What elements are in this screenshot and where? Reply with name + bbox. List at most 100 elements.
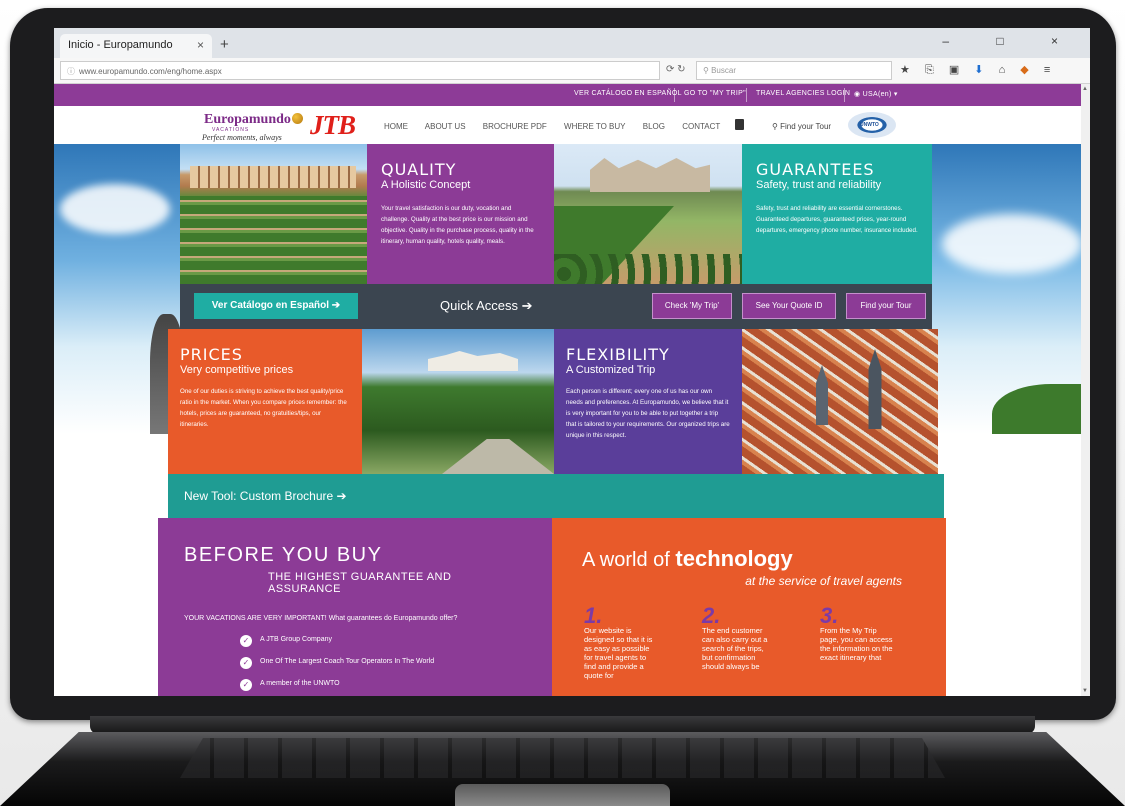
prices-title: PRICES xyxy=(180,345,243,364)
tech-step-1: 1. Our website is designed so that it is… xyxy=(584,603,658,681)
address-bar[interactable]: ⓘ www.europamundo.com/eng/home.aspx xyxy=(60,61,660,80)
tech-step-3: 3. From the My Trip page, you can access… xyxy=(820,603,894,663)
custom-brochure-banner[interactable]: New Tool: Custom Brochure ➔ xyxy=(168,474,944,518)
technology-title-prefix: A world of xyxy=(582,549,676,571)
new-tab-button[interactable]: + xyxy=(220,36,229,53)
bookmark-star-icon[interactable]: ★ xyxy=(900,64,916,76)
palace-shape xyxy=(190,166,356,188)
find-your-tour-button[interactable]: Find your Tour xyxy=(846,293,926,319)
browser-tool-icons[interactable]: ★ ⎘ ▣ ⬇ ⌂ ◆ ≡ xyxy=(900,63,1056,77)
terraces-shape xyxy=(180,196,367,284)
divider xyxy=(844,88,845,102)
close-tab-icon[interactable]: × xyxy=(197,38,204,52)
europamundo-logo[interactable]: Europamundo xyxy=(204,112,303,128)
step-text: The end customer can also carry out a se… xyxy=(702,626,768,671)
tab-title: Inicio - Europamundo xyxy=(68,39,173,51)
logo-text: Europamundo xyxy=(204,112,291,127)
extension-icon[interactable]: ◆ xyxy=(1020,64,1034,76)
nav-blog[interactable]: BLOG xyxy=(643,122,665,131)
technology-section: A world of technology at the service of … xyxy=(552,518,946,696)
list-item: ✓ A JTB Group Company xyxy=(240,634,526,656)
abbey-shape xyxy=(428,351,518,371)
hero-photo-right xyxy=(932,144,1090,434)
palace-terraces-photo xyxy=(180,144,367,284)
checkmark-icon: ✓ xyxy=(240,635,252,647)
nav-where-to-buy[interactable]: WHERE TO BUY xyxy=(564,122,626,131)
nav-contact[interactable]: CONTACT xyxy=(682,122,720,131)
quality-tile[interactable]: QUALITY A Holistic Concept Your travel s… xyxy=(367,144,554,284)
reading-list-icon[interactable]: ⎘ xyxy=(925,64,940,76)
reload-icon[interactable]: ⟳ ↻ xyxy=(666,64,686,75)
search-placeholder: Buscar xyxy=(711,66,736,75)
unwto-text: UNWTO xyxy=(860,122,879,128)
nav-brochure-pdf[interactable]: BROCHURE PDF xyxy=(483,122,547,131)
search-icon: ⚲ xyxy=(772,122,778,131)
guarantee-question: YOUR VACATIONS ARE VERY IMPORTANT! What … xyxy=(184,615,458,622)
jtb-logo[interactable]: JTB xyxy=(310,110,356,141)
flexibility-text: Each person is different; every one of u… xyxy=(566,388,730,439)
guarantees-tile[interactable]: GUARANTEES Safety, trust and reliability… xyxy=(742,144,932,284)
guarantees-subtitle: Safety, trust and reliability xyxy=(756,179,882,191)
prices-text: One of our duties is striving to achieve… xyxy=(180,388,347,428)
browser-search-input[interactable]: ⚲ Buscar xyxy=(696,61,892,80)
quality-text: Your travel satisfaction is our duty, vo… xyxy=(381,205,534,245)
hedges-shape xyxy=(554,254,742,284)
window-controls[interactable]: – □ × xyxy=(942,34,1080,48)
quality-subtitle: A Holistic Concept xyxy=(381,179,471,191)
road-shape xyxy=(442,439,554,474)
checkmark-icon: ✓ xyxy=(240,679,252,691)
nav-about-us[interactable]: ABOUT US xyxy=(425,122,466,131)
home-icon[interactable]: ⌂ xyxy=(999,64,1012,76)
scroll-down-icon[interactable]: ▼ xyxy=(1082,688,1088,694)
prices-tile[interactable]: PRICES Very competitive prices One of ou… xyxy=(168,329,362,474)
before-you-buy-title: BEFORE YOU BUY xyxy=(184,544,383,566)
browser-tab-bar: Inicio - Europamundo × + – □ × xyxy=(54,28,1090,58)
step-number: 1. xyxy=(584,603,603,628)
menu-icon[interactable]: ≡ xyxy=(1044,64,1056,76)
laptop-scene: Inicio - Europamundo × + – □ × ⓘ www.euro… xyxy=(0,0,1125,806)
page-scrollbar[interactable]: ▲ ▼ xyxy=(1081,84,1090,696)
browser-tab[interactable]: Inicio - Europamundo × xyxy=(60,34,212,58)
unwto-logo: UNWTO xyxy=(848,112,896,138)
checkmark-icon: ✓ xyxy=(240,657,252,669)
guarantee-item-label: A member of the UNWTO xyxy=(260,680,340,687)
technology-subtitle: at the service of travel agents xyxy=(745,574,902,588)
touchpad xyxy=(455,784,670,806)
cloud-shape xyxy=(942,214,1082,274)
check-my-trip-button[interactable]: Check 'My Trip' xyxy=(652,293,732,319)
topbar-link-agencies-login[interactable]: TRAVEL AGENCIES LOGIN xyxy=(756,90,850,97)
browser-toolbar: ⓘ www.europamundo.com/eng/home.aspx ⟳ ↻ ⚲… xyxy=(54,58,1090,84)
laptop-hinge xyxy=(90,716,1035,734)
download-icon[interactable]: ⬇ xyxy=(974,64,989,76)
language-selector[interactable]: ◉ USA(en) ▾ xyxy=(854,90,898,98)
step-text: From the My Trip page, you can access th… xyxy=(820,626,893,662)
flexibility-title: FLEXIBILITY xyxy=(566,345,670,364)
step-text: Our website is designed so that it is as… xyxy=(584,626,653,680)
hero-photo-left xyxy=(54,144,184,434)
guarantee-list: ✓ A JTB Group Company ✓ One Of The Largest… xyxy=(240,634,526,696)
catalog-spanish-button[interactable]: Ver Catálogo en Español ➔ xyxy=(194,293,358,319)
guarantees-text: Safety, trust and reliability are essent… xyxy=(756,205,918,234)
hilltop-abbey-photo xyxy=(362,329,554,474)
language-label: USA(en) ▾ xyxy=(862,91,898,98)
guarantees-title: GUARANTEES xyxy=(756,160,875,179)
find-your-tour-link[interactable]: ⚲ Find your Tour xyxy=(772,122,831,131)
topbar-link-catalog-spanish[interactable]: VER CATÁLOGO EN ESPAÑOL xyxy=(574,90,682,97)
scroll-up-icon[interactable]: ▲ xyxy=(1082,86,1088,92)
globe-logo-icon xyxy=(291,113,303,124)
flexibility-tile[interactable]: FLEXIBILITY A Customized Trip Each perso… xyxy=(554,329,742,474)
quick-access-label[interactable]: Quick Access ➔ xyxy=(440,298,533,314)
see-quote-id-button[interactable]: See Your Quote ID xyxy=(742,293,836,319)
nav-home[interactable]: HOME xyxy=(384,122,408,131)
step-number: 3. xyxy=(820,603,839,628)
keyboard xyxy=(180,738,945,778)
brochure-book-icon[interactable] xyxy=(735,119,744,130)
pocket-icon[interactable]: ▣ xyxy=(949,64,965,76)
info-icon[interactable]: ⓘ xyxy=(67,67,75,76)
chateau-garden-photo xyxy=(554,144,742,284)
topbar-link-my-trip[interactable]: GO TO "MY TRIP" xyxy=(684,90,746,97)
main-navigation: HOME ABOUT US BROCHURE PDF WHERE TO BUY … xyxy=(384,122,735,131)
list-item: ✓ One Of The Largest Coach Tour Operators… xyxy=(240,656,526,678)
tech-step-2: 2. The end customer can also carry out a… xyxy=(702,605,776,672)
technology-title: A world of technology xyxy=(582,546,916,572)
